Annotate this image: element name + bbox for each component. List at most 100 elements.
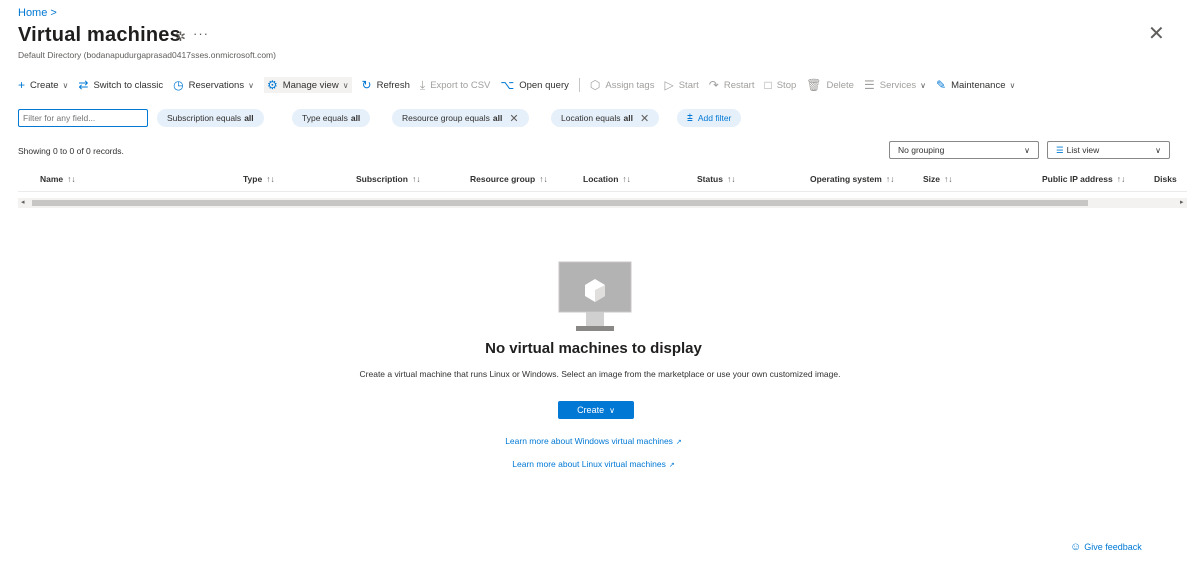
create-button[interactable]: + Create ∨	[18, 78, 68, 92]
learn-linux-link[interactable]: Learn more about Linux virtual machines ↗	[512, 459, 674, 469]
chevron-down-icon: ∨	[1024, 145, 1030, 155]
scrollbar-thumb[interactable]	[32, 200, 1088, 206]
refresh-button[interactable]: ↻ Refresh	[362, 78, 410, 92]
chevron-down-icon: ∨	[920, 80, 927, 90]
scroll-left-icon[interactable]: ◂	[21, 198, 25, 208]
chevron-down-icon: ∨	[62, 80, 69, 90]
column-resource-group[interactable]: Resource group ↑↓	[470, 174, 548, 184]
column-label: Subscription	[356, 174, 408, 184]
filter-pill-type[interactable]: Type equals all	[292, 109, 371, 127]
column-subscription[interactable]: Subscription ↑↓	[356, 174, 420, 184]
chevron-down-icon: ∨	[342, 80, 349, 90]
delete-label: Delete	[826, 79, 854, 91]
add-filter-label: Add filter	[697, 113, 732, 123]
maintenance-button[interactable]: ✎ Maintenance ∨	[936, 78, 1015, 92]
monitor-icon	[558, 261, 632, 331]
sort-icon: ↑↓	[539, 174, 548, 184]
remove-filter-icon[interactable]: ✕	[640, 112, 649, 125]
remove-filter-icon[interactable]: ✕	[509, 112, 518, 125]
reservations-button[interactable]: ◷ Reservations ∨	[173, 78, 254, 92]
delete-button[interactable]: 🗑︎ Delete	[806, 78, 854, 92]
create-vm-button[interactable]: Create ∨	[558, 401, 634, 419]
column-status[interactable]: Status ↑↓	[697, 174, 735, 184]
services-label: Services	[879, 79, 917, 91]
assign-tags-label: Assign tags	[605, 79, 655, 91]
column-label: Status	[697, 174, 723, 184]
scroll-right-icon[interactable]: ▸	[1180, 198, 1184, 208]
list-view-icon: ☰	[1056, 144, 1064, 155]
breadcrumb-home[interactable]: Home >	[18, 7, 57, 19]
pill-label: Resource group equals	[402, 113, 490, 123]
manage-view-label: Manage view	[282, 79, 339, 91]
column-disks[interactable]: Disks	[1154, 174, 1187, 184]
add-filter-icon: ⩲	[687, 112, 693, 124]
column-label: Name	[40, 174, 64, 184]
stop-icon: □	[764, 78, 772, 92]
create-vm-label: Create	[577, 405, 605, 415]
learn-linux-label: Learn more about Linux virtual machines	[512, 459, 666, 469]
column-location[interactable]: Location ↑↓	[583, 174, 631, 184]
create-label: Create	[30, 79, 59, 91]
column-label: Location	[583, 174, 619, 184]
download-icon: ⤓	[419, 77, 426, 92]
export-csv-button[interactable]: ⤓ Export to CSV	[420, 78, 491, 93]
learn-windows-label: Learn more about Windows virtual machine…	[505, 436, 673, 446]
play-icon: ▷	[664, 78, 674, 92]
filter-pill-location[interactable]: Location equals all ✕	[551, 109, 660, 127]
grouping-dropdown[interactable]: No grouping ∨	[889, 141, 1039, 159]
add-filter-button[interactable]: ⩲ Add filter	[677, 109, 742, 127]
toolbar-divider	[578, 78, 580, 92]
wrench-icon: ✎	[936, 78, 947, 92]
column-public-ip[interactable]: Public IP address ↑↓	[1042, 174, 1125, 184]
sort-icon: ↑↓	[944, 174, 953, 184]
list-icon: ☰	[863, 78, 875, 92]
column-operating-system[interactable]: Operating system ↑↓	[810, 174, 894, 184]
export-csv-label: Export to CSV	[430, 79, 491, 91]
column-label: Operating system	[810, 174, 882, 184]
filter-input[interactable]	[18, 109, 148, 127]
assign-tags-button[interactable]: ⬡ Assign tags	[590, 78, 655, 92]
column-name[interactable]: Name ↑↓	[40, 174, 76, 184]
column-size[interactable]: Size ↑↓	[923, 174, 953, 184]
pill-value: all	[492, 113, 503, 123]
view-dropdown[interactable]: ☰ List view ∨	[1047, 141, 1170, 159]
view-value: List view	[1066, 144, 1100, 155]
give-feedback-link[interactable]: ☺ Give feedback	[1070, 541, 1142, 553]
column-label: Type	[243, 174, 263, 184]
restart-icon: ↷	[708, 78, 719, 92]
close-icon[interactable]: ✕	[1148, 24, 1165, 44]
stop-label: Stop	[776, 79, 797, 91]
column-label: Size	[923, 174, 941, 184]
learn-windows-row: Learn more about Windows virtual machine…	[0, 436, 1187, 446]
filter-pill-resource-group[interactable]: Resource group equals all ✕	[392, 109, 529, 127]
sort-icon: ↑↓	[266, 174, 275, 184]
column-label: Disks	[1154, 174, 1177, 184]
stop-button[interactable]: □ Stop	[764, 78, 796, 92]
reservations-label: Reservations	[188, 79, 245, 91]
learn-windows-link[interactable]: Learn more about Windows virtual machine…	[505, 436, 682, 446]
horizontal-scrollbar[interactable]: ◂ ▸	[18, 198, 1187, 208]
sort-icon: ↑↓	[622, 174, 631, 184]
chevron-down-icon: ∨	[248, 80, 254, 90]
restart-button[interactable]: ↷ Restart	[709, 78, 755, 92]
pill-value: all	[350, 113, 361, 123]
more-options-icon[interactable]: ···	[193, 26, 209, 41]
start-button[interactable]: ▷ Start	[664, 78, 698, 92]
maintenance-label: Maintenance	[951, 79, 1006, 91]
feedback-icon: ☺	[1070, 541, 1082, 553]
header-divider	[18, 191, 1187, 192]
page-subtitle: Default Directory (bodanapudurgaprasad04…	[18, 50, 276, 60]
learn-linux-row: Learn more about Linux virtual machines ↗	[0, 459, 1187, 469]
pill-label: Subscription equals	[167, 113, 242, 123]
open-query-button[interactable]: ⌥ Open query	[500, 78, 568, 92]
services-button[interactable]: ☰ Services ∨	[864, 78, 926, 92]
external-link-icon: ↗	[675, 439, 682, 446]
manage-view-button[interactable]: ⚙ Manage view ∨	[263, 77, 352, 93]
switch-to-classic-button[interactable]: ⇄ Switch to classic	[78, 78, 163, 92]
column-type[interactable]: Type ↑↓	[243, 174, 275, 184]
refresh-label: Refresh	[376, 79, 410, 91]
pin-icon[interactable]: ✲	[175, 29, 186, 45]
filter-pill-subscription[interactable]: Subscription equals all	[157, 109, 264, 127]
refresh-icon: ↻	[361, 78, 372, 92]
sort-icon: ↑↓	[411, 174, 421, 184]
